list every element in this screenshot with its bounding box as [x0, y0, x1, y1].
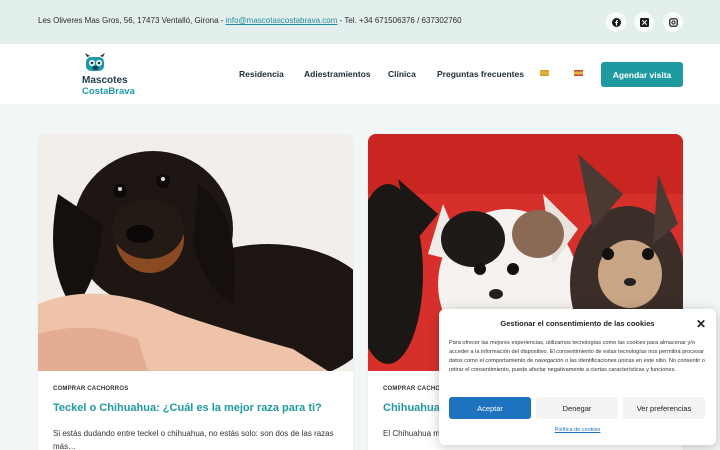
- spanish-flag-icon[interactable]: [574, 70, 583, 76]
- preferences-button[interactable]: Ver preferencias: [623, 397, 705, 419]
- close-icon[interactable]: ✕: [696, 317, 706, 331]
- logo-text-costabrava: CostaBrava: [82, 86, 135, 97]
- nav-residencia[interactable]: Residencia: [239, 69, 284, 79]
- post-excerpt: Si estás dudando entre teckel o chihuahu…: [53, 429, 334, 450]
- consent-title: Gestionar el consentimiento de las cooki…: [500, 319, 655, 328]
- contact-info: Les Oliveres Mas Gros, 56, 17473 Ventall…: [38, 16, 462, 25]
- nav-adiestramientos[interactable]: Adiestramientos: [304, 69, 371, 79]
- teckel-puppy-image[interactable]: [38, 134, 353, 371]
- post-title[interactable]: Teckel o Chihuahua: ¿Cuál es la mejor ra…: [53, 402, 338, 415]
- post-card[interactable]: COMPRAR CACHORROS Teckel o Chihuahua: ¿C…: [38, 134, 353, 450]
- cookie-consent-dialog: Gestionar el consentimiento de las cooki…: [439, 309, 716, 445]
- logo-text-mascotes: Mascotes: [82, 75, 128, 86]
- phone-text: - Tel. +34 671506376 / 637302760: [337, 16, 462, 25]
- x-icon[interactable]: [634, 12, 654, 32]
- nav-clinica[interactable]: Clínica: [388, 69, 416, 79]
- facebook-icon[interactable]: [606, 12, 626, 32]
- nav-preguntas-frecuentes[interactable]: Preguntas frecuentes: [437, 69, 524, 79]
- dog-logo-icon: [85, 53, 105, 71]
- accept-button[interactable]: Aceptar: [449, 397, 531, 419]
- cookie-policy-link[interactable]: Política de cookies: [439, 427, 716, 433]
- deny-button[interactable]: Denegar: [536, 397, 618, 419]
- instagram-icon[interactable]: [663, 12, 683, 32]
- catalan-flag-icon[interactable]: [540, 70, 549, 76]
- post-category[interactable]: COMPRAR CACHORROS: [53, 386, 128, 392]
- consent-body: Para ofrecer las mejores experiencias, u…: [449, 340, 705, 373]
- site-logo[interactable]: Mascotes CostaBrava: [82, 53, 144, 97]
- agendar-visita-button[interactable]: Agendar visita: [601, 62, 683, 87]
- email-link[interactable]: info@mascotascostabrava.com: [226, 16, 338, 25]
- address-text: Les Oliveres Mas Gros, 56, 17473 Ventall…: [38, 16, 226, 25]
- top-info-bar: Les Oliveres Mas Gros, 56, 17473 Ventall…: [0, 0, 720, 44]
